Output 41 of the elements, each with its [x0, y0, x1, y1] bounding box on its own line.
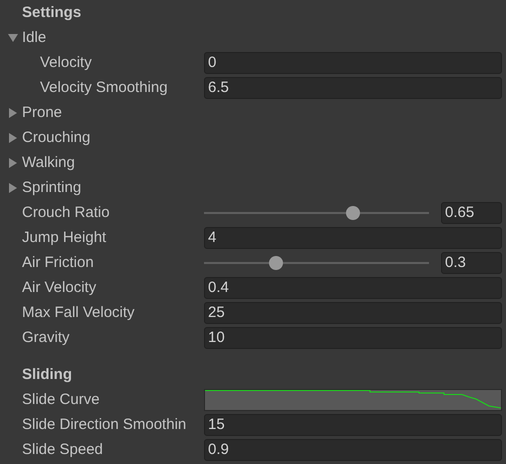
slider-thumb[interactable]: [346, 206, 360, 220]
section-header: Settings: [22, 5, 82, 20]
property-label: Slide Speed: [22, 442, 103, 457]
foldout-label: Sprinting: [22, 180, 82, 195]
property-label: Slide Curve: [22, 392, 100, 407]
foldout-header[interactable]: Crouching: [0, 125, 506, 150]
number-field[interactable]: 0: [204, 52, 502, 74]
triangle-right-icon: [8, 108, 18, 118]
property-label: Air Friction: [22, 255, 94, 270]
number-field[interactable]: 4: [204, 226, 502, 248]
number-field[interactable]: 15: [204, 414, 502, 436]
foldout-header[interactable]: Idle: [0, 25, 506, 50]
slider-thumb[interactable]: [269, 256, 284, 270]
number-field[interactable]: 25: [204, 302, 502, 324]
foldout-label: Idle: [22, 30, 46, 45]
curve-preview[interactable]: [204, 388, 502, 410]
triangle-right-icon: [8, 182, 18, 192]
number-field[interactable]: 0.4: [204, 276, 502, 298]
triangle-down-icon: [8, 32, 18, 42]
number-field[interactable]: 10: [204, 326, 502, 348]
property-label: Gravity: [22, 330, 70, 345]
foldout-label: Walking: [22, 155, 75, 170]
property-label: Crouch Ratio: [22, 205, 110, 220]
number-field[interactable]: 6.5: [204, 76, 502, 98]
foldout-header[interactable]: Walking: [0, 150, 506, 175]
section-header: Sliding: [22, 367, 72, 382]
property-label: Velocity Smoothing: [40, 80, 168, 95]
triangle-right-icon: [8, 132, 18, 142]
number-field[interactable]: 0.65: [441, 202, 502, 224]
property-label: Velocity: [40, 55, 92, 70]
property-label: Slide Direction Smoothin: [22, 417, 186, 432]
foldout-label: Prone: [22, 105, 62, 120]
property-label: Jump Height: [22, 230, 106, 245]
foldout-header[interactable]: Prone: [0, 100, 506, 125]
property-label: Max Fall Velocity: [22, 305, 135, 320]
foldout-header[interactable]: Sprinting: [0, 175, 506, 200]
foldout-label: Crouching: [22, 130, 90, 145]
number-field[interactable]: 0.9: [204, 438, 502, 460]
number-field[interactable]: 0.3: [441, 252, 502, 274]
triangle-right-icon: [8, 158, 18, 168]
property-label: Air Velocity: [22, 280, 96, 295]
